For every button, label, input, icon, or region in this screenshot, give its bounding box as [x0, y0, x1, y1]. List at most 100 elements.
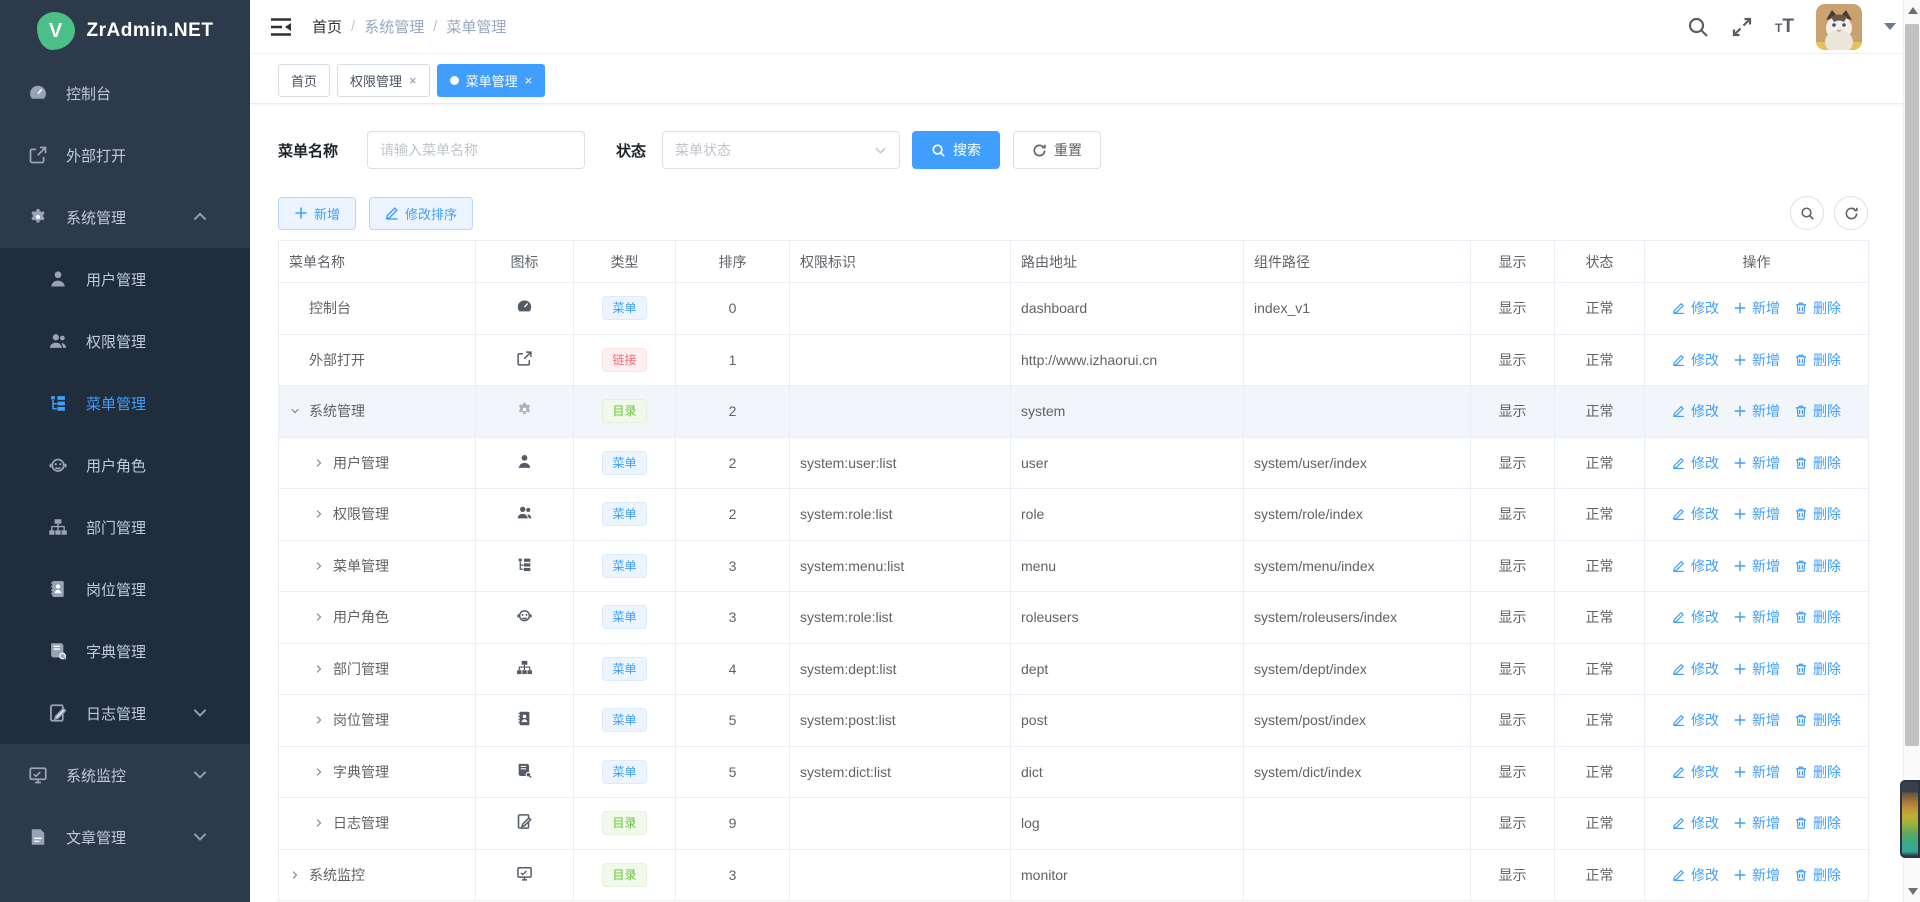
expand-row-icon[interactable]: [313, 611, 325, 623]
top-navbar: 首页/系统管理/菜单管理 TT: [250, 0, 1920, 54]
tab-menu[interactable]: 菜单管理×: [437, 64, 546, 97]
sidebar-item-post[interactable]: 岗位管理: [0, 558, 250, 620]
sidebar-item-dict[interactable]: 字典管理: [0, 620, 250, 682]
type-tag: 菜单: [602, 708, 646, 732]
tab-close-icon[interactable]: ×: [409, 73, 417, 88]
component-cell: system/user/index: [1244, 437, 1471, 489]
sidebar-item-label: 控制台: [66, 83, 111, 104]
row-action-edit[interactable]: 修改: [1672, 865, 1719, 885]
sidebar-item-user[interactable]: 用户管理: [0, 248, 250, 310]
row-action-delete[interactable]: 删除: [1794, 865, 1841, 885]
row-action-delete[interactable]: 删除: [1794, 556, 1841, 576]
row-action-delete[interactable]: 删除: [1794, 504, 1841, 524]
row-action-delete[interactable]: 删除: [1794, 350, 1841, 370]
sidebar-item-system[interactable]: 系统管理: [0, 186, 250, 248]
sidebar-item-external[interactable]: 外部打开: [0, 124, 250, 186]
tab-role[interactable]: 权限管理 ×: [337, 64, 430, 97]
fullscreen-icon[interactable]: [1731, 16, 1753, 38]
menu-name: 外部打开: [309, 350, 365, 370]
search-icon[interactable]: [1687, 16, 1709, 38]
row-action-delete[interactable]: 删除: [1794, 298, 1841, 318]
row-action-delete[interactable]: 删除: [1794, 453, 1841, 473]
expand-row-icon[interactable]: [313, 766, 325, 778]
expand-row-icon[interactable]: [313, 817, 325, 829]
vertical-scrollbar[interactable]: [1903, 0, 1920, 902]
row-action-add[interactable]: 新增: [1733, 659, 1780, 679]
scrollbar-down-arrow-icon[interactable]: [1908, 888, 1918, 895]
row-action-add[interactable]: 新增: [1733, 350, 1780, 370]
sidebar-item-log[interactable]: 日志管理: [0, 682, 250, 744]
row-action-delete[interactable]: 删除: [1794, 401, 1841, 421]
tab-label: 权限管理: [350, 71, 402, 90]
sidebar-item-roleusers[interactable]: 用户角色: [0, 434, 250, 496]
row-action-edit[interactable]: 修改: [1672, 350, 1719, 370]
menu-name-input[interactable]: [367, 131, 585, 169]
add-button[interactable]: 新增: [278, 197, 356, 230]
row-action-add[interactable]: 新增: [1733, 401, 1780, 421]
row-action-edit[interactable]: 修改: [1672, 298, 1719, 318]
visible-cell: 显示: [1471, 746, 1555, 798]
sidebar-item-article[interactable]: 文章管理: [0, 806, 250, 868]
breadcrumb-item[interactable]: 菜单管理: [446, 16, 506, 37]
row-action-add[interactable]: 新增: [1733, 762, 1780, 782]
sidebar-item-monitor[interactable]: 系统监控: [0, 744, 250, 806]
tab-close-icon[interactable]: ×: [525, 73, 533, 88]
search-button[interactable]: 搜索: [912, 131, 1000, 169]
column-header: 路由地址: [1011, 241, 1244, 283]
menu-name: 岗位管理: [333, 710, 389, 730]
plus-icon: [1733, 456, 1747, 470]
row-action-add[interactable]: 新增: [1733, 813, 1780, 833]
row-action-delete[interactable]: 删除: [1794, 607, 1841, 627]
sidebar-item-dashboard[interactable]: 控制台: [0, 62, 250, 124]
row-action-add[interactable]: 新增: [1733, 710, 1780, 730]
expand-row-icon[interactable]: [289, 869, 301, 881]
table-row: 字典管理菜单5system:dict:listdictsystem/dict/i…: [279, 746, 1869, 798]
row-action-add[interactable]: 新增: [1733, 504, 1780, 524]
order-cell: 9: [676, 798, 790, 850]
tab-home[interactable]: 首页: [278, 64, 330, 97]
row-action-add[interactable]: 新增: [1733, 607, 1780, 627]
trash-icon: [1794, 301, 1808, 315]
expand-row-icon[interactable]: [313, 663, 325, 675]
expand-row-icon[interactable]: [313, 457, 325, 469]
avatar[interactable]: [1816, 4, 1862, 50]
scrollbar-thumb[interactable]: [1905, 24, 1919, 746]
row-action-edit[interactable]: 修改: [1672, 762, 1719, 782]
modify-sort-button[interactable]: 修改排序: [369, 197, 473, 230]
breadcrumb-item[interactable]: 首页: [312, 16, 342, 37]
expand-row-icon[interactable]: [313, 508, 325, 520]
sidebar-item-dept[interactable]: 部门管理: [0, 496, 250, 558]
status-select[interactable]: 菜单状态: [662, 131, 900, 169]
reset-button[interactable]: 重置: [1013, 131, 1101, 169]
sidebar-item-menu[interactable]: 菜单管理: [0, 372, 250, 434]
sidebar-collapse-icon[interactable]: [270, 17, 292, 37]
table-refresh-button[interactable]: [1834, 196, 1868, 230]
row-action-edit[interactable]: 修改: [1672, 401, 1719, 421]
row-action-delete[interactable]: 删除: [1794, 659, 1841, 679]
row-action-edit[interactable]: 修改: [1672, 813, 1719, 833]
row-action-edit[interactable]: 修改: [1672, 607, 1719, 627]
row-action-add[interactable]: 新增: [1733, 865, 1780, 885]
expand-row-icon[interactable]: [313, 560, 325, 572]
row-action-add[interactable]: 新增: [1733, 453, 1780, 473]
plus-icon: [1733, 301, 1747, 315]
breadcrumb-item[interactable]: 系统管理: [364, 16, 424, 37]
collapse-row-icon[interactable]: [289, 405, 301, 417]
row-action-edit[interactable]: 修改: [1672, 659, 1719, 679]
scrollbar-up-arrow-icon[interactable]: [1908, 7, 1918, 14]
row-action-delete[interactable]: 删除: [1794, 813, 1841, 833]
expand-row-icon[interactable]: [313, 714, 325, 726]
row-action-delete[interactable]: 删除: [1794, 762, 1841, 782]
text-size-icon[interactable]: TT: [1775, 17, 1794, 36]
row-action-edit[interactable]: 修改: [1672, 504, 1719, 524]
row-action-delete[interactable]: 删除: [1794, 710, 1841, 730]
row-action-edit[interactable]: 修改: [1672, 710, 1719, 730]
sidebar-item-role[interactable]: 权限管理: [0, 310, 250, 372]
type-tag: 菜单: [602, 605, 646, 629]
row-action-edit[interactable]: 修改: [1672, 556, 1719, 576]
row-action-edit[interactable]: 修改: [1672, 453, 1719, 473]
row-action-add[interactable]: 新增: [1733, 556, 1780, 576]
row-action-add[interactable]: 新增: [1733, 298, 1780, 318]
avatar-caret-icon[interactable]: [1884, 23, 1896, 30]
table-search-button[interactable]: [1790, 196, 1824, 230]
